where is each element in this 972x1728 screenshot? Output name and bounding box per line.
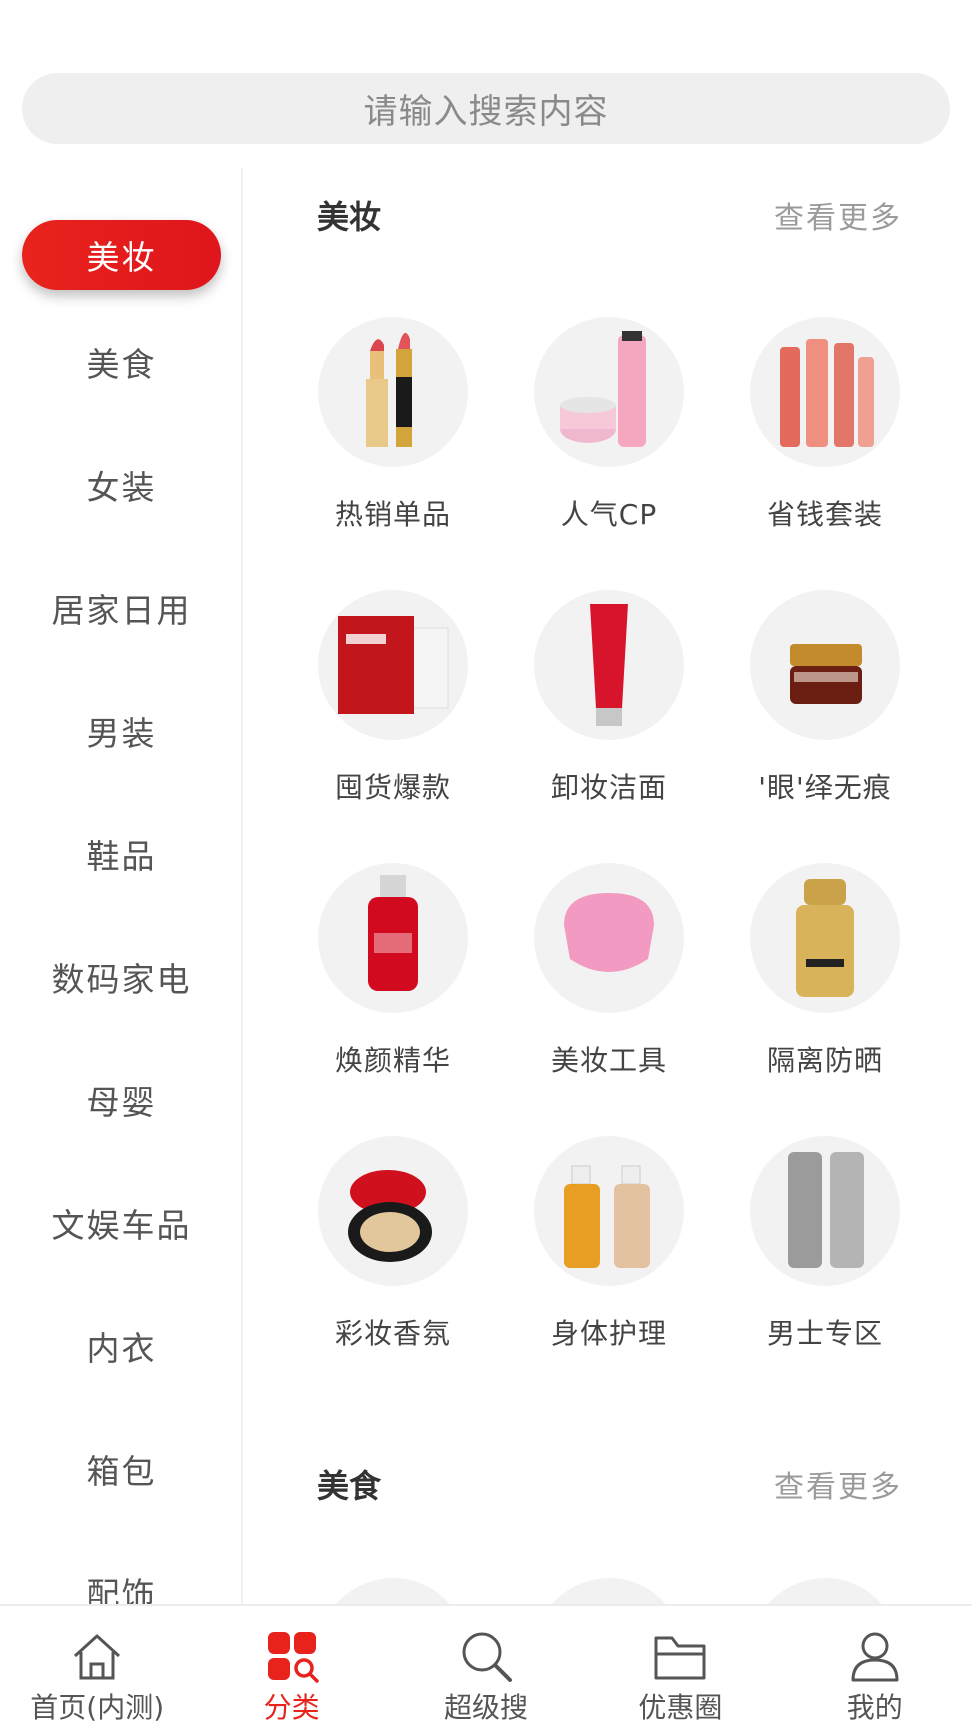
category-content: 美妆 查看更多 热销单品 人气CP 省钱套装 囤货爆款 卸妆洁面 '眼'绎无痕 …	[245, 168, 972, 1604]
sidebar-item-shoes[interactable]: 鞋品	[0, 819, 241, 889]
section-title: 美食	[317, 1467, 382, 1505]
category-item-label: 热销单品	[334, 498, 451, 531]
food-item-icon[interactable]	[534, 1578, 684, 1604]
category-item-label: 身体护理	[550, 1317, 667, 1350]
eye-cream-jar-icon	[750, 590, 900, 740]
see-more-link[interactable]: 查看更多	[774, 1462, 902, 1506]
sidebar-item-entertainment[interactable]: 文娱车品	[0, 1188, 241, 1258]
search-icon	[462, 1632, 512, 1682]
tab-label: 首页(内测)	[30, 1691, 165, 1724]
sunscreen-bottle-icon	[750, 863, 900, 1013]
cleanser-tube-icon	[534, 590, 684, 740]
category-item[interactable]: 美妆工具	[501, 863, 717, 1103]
sidebar-item-underwear[interactable]: 内衣	[0, 1311, 241, 1381]
category-item-label: 卸妆洁面	[550, 771, 667, 804]
category-item[interactable]: 隔离防晒	[717, 863, 933, 1103]
body-care-bottles-icon	[534, 1136, 684, 1286]
category-item[interactable]: 省钱套装	[717, 317, 933, 557]
cushion-compact-icon	[318, 1136, 468, 1286]
category-item[interactable]: 彩妆香氛	[285, 1136, 501, 1376]
category-item[interactable]: 男士专区	[717, 1136, 933, 1376]
folder-icon	[654, 1636, 706, 1680]
food-item-icon[interactable]	[750, 1578, 900, 1604]
category-item-label: 焕颜精华	[334, 1044, 451, 1077]
face-mask-icon	[318, 590, 468, 740]
category-item-label: 隔离防晒	[766, 1044, 883, 1077]
category-item-label: 囤货爆款	[334, 771, 451, 804]
tab-label: 我的	[846, 1691, 903, 1724]
lipstick-icon	[318, 317, 468, 467]
sidebar-item-digital[interactable]: 数码家电	[0, 942, 241, 1012]
sidebar-item-womens[interactable]: 女装	[0, 450, 241, 520]
sidebar-item-bags[interactable]: 箱包	[0, 1434, 241, 1504]
serum-bottle-icon	[318, 863, 468, 1013]
search-input[interactable]: 请输入搜索内容	[22, 73, 950, 144]
sidebar-item-home[interactable]: 居家日用	[0, 573, 241, 643]
category-item[interactable]: 热销单品	[285, 317, 501, 557]
sidebar-item-accessories[interactable]: 配饰	[0, 1557, 241, 1604]
category-item[interactable]: '眼'绎无痕	[717, 590, 933, 830]
bottom-tab-bar: 首页(内测) 分类 超级搜 优惠圈 我的	[0, 1604, 972, 1728]
category-item-label: 彩妆香氛	[334, 1317, 451, 1350]
section-title: 美妆	[317, 198, 382, 236]
sidebar-item-mens[interactable]: 男装	[0, 696, 241, 766]
category-sidebar[interactable]: 美妆 美食 女装 居家日用 男装 鞋品 数码家电 母婴 文娱车品 内衣 箱包 配…	[0, 168, 243, 1604]
category-item-label: 人气CP	[560, 498, 658, 531]
sidebar-item-baby[interactable]: 母婴	[0, 1065, 241, 1135]
see-more-link[interactable]: 查看更多	[774, 193, 902, 237]
category-item-label: 男士专区	[766, 1317, 883, 1350]
tab-label: 超级搜	[443, 1691, 528, 1724]
category-item[interactable]: 卸妆洁面	[501, 590, 717, 830]
skincare-set-icon	[534, 317, 684, 467]
tab-label: 分类	[263, 1691, 320, 1724]
section-header: 美食 查看更多	[317, 1459, 902, 1509]
tab-deals[interactable]: 优惠圈	[583, 1606, 777, 1728]
category-item[interactable]: 焕颜精华	[285, 863, 501, 1103]
category-item-label: '眼'绎无痕	[758, 771, 892, 804]
category-icon	[267, 1632, 319, 1683]
category-item-label: 省钱套装	[766, 498, 883, 531]
food-item-icon[interactable]	[318, 1578, 468, 1604]
men-skincare-icon	[750, 1136, 900, 1286]
tab-home[interactable]: 首页(内测)	[0, 1606, 194, 1728]
sidebar-item-food[interactable]: 美食	[0, 327, 241, 397]
user-icon	[851, 1632, 899, 1682]
tab-profile[interactable]: 我的	[778, 1606, 972, 1728]
tab-label: 优惠圈	[638, 1691, 723, 1724]
category-item[interactable]: 囤货爆款	[285, 590, 501, 830]
tab-category[interactable]: 分类	[194, 1606, 388, 1728]
bottle-set-icon	[750, 317, 900, 467]
sidebar-item-makeup[interactable]: 美妆	[22, 220, 221, 290]
tab-super-search[interactable]: 超级搜	[389, 1606, 583, 1728]
category-item-label: 美妆工具	[550, 1044, 667, 1077]
cleansing-brush-icon	[534, 863, 684, 1013]
category-item[interactable]: 身体护理	[501, 1136, 717, 1376]
search-placeholder: 请输入搜索内容	[363, 92, 609, 132]
section-header: 美妆 查看更多	[317, 190, 902, 240]
home-icon	[74, 1634, 121, 1680]
category-item[interactable]: 人气CP	[501, 317, 717, 557]
